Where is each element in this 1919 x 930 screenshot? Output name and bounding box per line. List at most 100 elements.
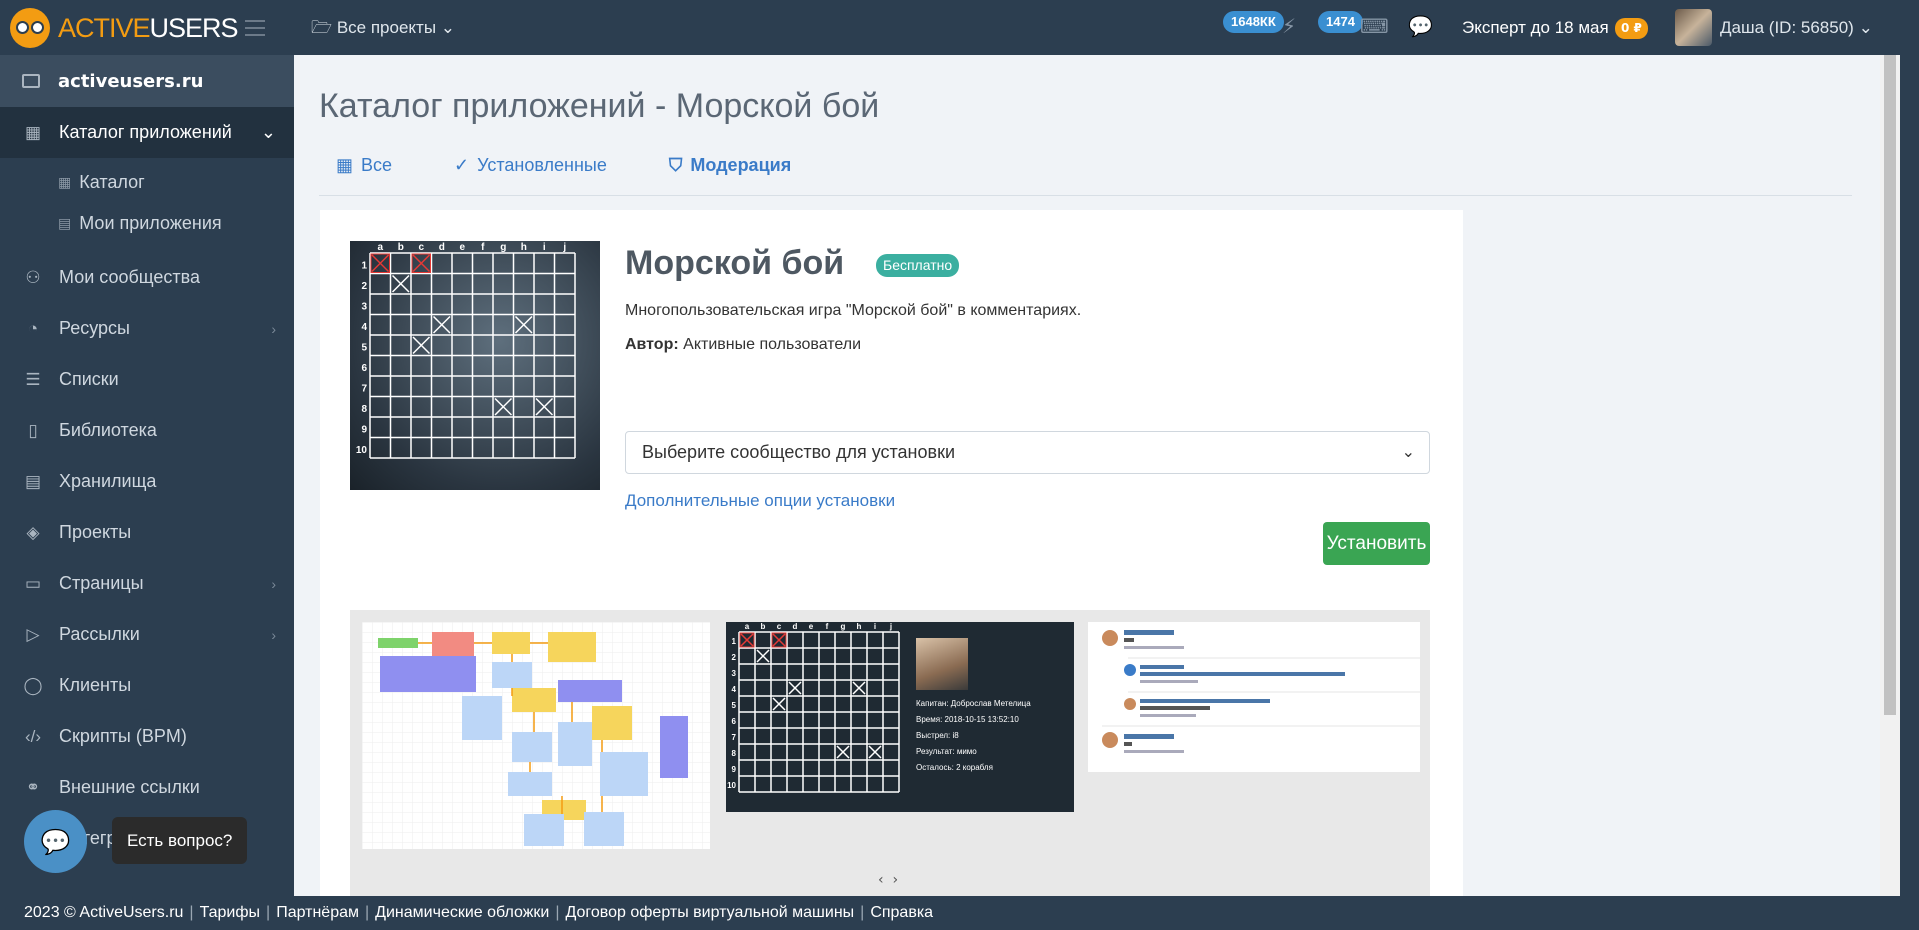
sidebar-item-catalog[interactable]: ▦ Каталог приложений ⌄ [0, 107, 294, 158]
footer-link-help[interactable]: Справка [870, 904, 933, 921]
sidebar-item-library[interactable]: ▯ Библиотека [0, 405, 294, 456]
board-row-label: 1 [361, 260, 367, 271]
sidebar: activeusers.ru ▦ Каталог приложений ⌄ ▦ Кат… [0, 55, 294, 896]
board-row-label: 8 [732, 749, 737, 758]
chat-bubble-icon: 💬 [40, 827, 71, 856]
keyboard-icon[interactable]: ⌨ [1360, 14, 1389, 38]
briefcase-icon: ▤ [58, 215, 72, 231]
footer: 2023 © ActiveUsers.ru | Тарифы | Партнёрам | Д… [0, 896, 1900, 930]
counter-badge[interactable]: 1474 [1318, 11, 1363, 33]
board-row-label: 8 [361, 404, 367, 415]
app-card: a b c d e f g h i j 1 2 3 4 5 6 7 8 9 10 Морской бой Беспла… [320, 210, 1463, 896]
chat-icon[interactable]: 💬 [1408, 14, 1433, 38]
board-row-label: 7 [732, 733, 737, 742]
board-row-label: 9 [361, 424, 367, 435]
sidebar-item-pages[interactable]: ▭ Страницы › [0, 558, 294, 609]
app-title: Морской бой [625, 244, 845, 282]
tab-moderation[interactable]: ⛉ Модерация [652, 155, 791, 195]
logo[interactable]: ACTIVEUSERS [10, 8, 239, 48]
footer-link-tariffs[interactable]: Тарифы [200, 904, 260, 921]
screenshot-3[interactable] [1088, 622, 1420, 772]
lightning-icon[interactable]: ⚡ [1282, 14, 1296, 38]
captain-photo [916, 638, 968, 690]
board-col-label: b [761, 622, 766, 631]
board-row-label: 9 [732, 765, 737, 774]
screenshot-1[interactable] [362, 622, 710, 849]
app-author: Автор: Активные пользователи [625, 336, 862, 353]
footer-link-partners[interactable]: Партнёрам [276, 904, 359, 921]
sidebar-item-mailings[interactable]: ▷ Рассылки › [0, 609, 294, 660]
chevron-down-icon: ⌄ [1858, 18, 1873, 37]
board-row-label: 2 [732, 653, 737, 662]
folder-icon: 🗁 [311, 18, 333, 37]
board-row-label: 10 [356, 445, 368, 456]
shield-icon: ⛉ [668, 155, 683, 175]
board-col-label: g [841, 622, 846, 631]
site-icon [22, 74, 40, 88]
footer-site-link[interactable]: ActiveUsers.ru [79, 904, 183, 921]
tabs: ▦ Все ✓ Установленные ⛉ Модерация [319, 155, 1852, 196]
sidebar-item-projects[interactable]: ◈ Проекты [0, 507, 294, 558]
storage-icon: ▤ [24, 471, 42, 491]
chevron-right-icon: › [271, 626, 276, 643]
screenshot-2[interactable]: a b c d e f g h i j 1 2 3 4 5 6 7 8 9 10 Капитан: Доброслав… [726, 622, 1074, 812]
footer-link-offer[interactable]: Договор оферты виртуальной машины [566, 904, 855, 921]
scrollbar[interactable] [1880, 55, 1900, 896]
board-col-label: f [826, 622, 829, 631]
projects-dropdown[interactable]: 🗁 Все проекты ⌄ [311, 15, 455, 44]
board-col-label: j [562, 242, 566, 253]
gallery-next-icon[interactable]: › [893, 872, 899, 888]
board-col-label: e [459, 242, 465, 253]
avatar[interactable] [1675, 9, 1712, 46]
sidebar-item-links[interactable]: ⚭ Внешние ссылки [0, 762, 294, 813]
board-col-label: j [889, 622, 892, 631]
extra-options-link[interactable]: Дополнительные опции установки [625, 491, 895, 511]
board-col-label: a [745, 622, 750, 631]
chevron-right-icon: › [271, 575, 276, 592]
sidebar-item-lists[interactable]: ☰ Списки [0, 354, 294, 405]
board-row-label: 10 [727, 781, 736, 790]
board-row-label: 7 [361, 383, 367, 394]
footer-link-covers[interactable]: Динамические обложки [375, 904, 549, 921]
grid-icon: ▦ [336, 155, 354, 175]
chevron-down-icon: ⌄ [1401, 444, 1415, 461]
board-row-label: 3 [732, 669, 737, 678]
sidebar-sub-my-apps[interactable]: ▤ Мои приложения [0, 203, 294, 244]
board-row-label: 4 [361, 322, 367, 333]
gallery-prev-icon[interactable]: ‹ [878, 872, 884, 888]
menu-toggle-icon[interactable] [245, 20, 265, 41]
points-badge[interactable]: 1648КК [1223, 11, 1284, 33]
board-row-label: 6 [361, 363, 367, 374]
sidebar-item-clients[interactable]: ◯ Клиенты [0, 660, 294, 711]
sidebar-sub-catalog[interactable]: ▦ Каталог [0, 162, 294, 203]
sidebar-item-resources[interactable]: ◔ Ресурсы › [0, 303, 294, 354]
balance-badge[interactable]: 0 ₽ [1615, 18, 1648, 39]
chat-widget-button[interactable]: 💬 [24, 810, 87, 873]
code-icon: ‹/› [24, 726, 42, 746]
sidebar-site[interactable]: activeusers.ru [0, 55, 294, 107]
chevron-down-icon: ⌄ [440, 18, 456, 37]
board-col-label: e [809, 622, 814, 631]
community-select[interactable]: Выберите сообщество для установки ⌄ [625, 431, 1430, 474]
sidebar-item-storage[interactable]: ▤ Хранилища [0, 456, 294, 507]
tab-installed[interactable]: ✓ Установленные [437, 155, 607, 195]
board-col-label: h [521, 242, 527, 253]
board-col-label: c [418, 242, 424, 253]
board-row-label: 5 [732, 701, 737, 710]
sidebar-item-scripts[interactable]: ‹/› Скрипты (BPM) [0, 711, 294, 762]
app-image: a b c d e f g h i j 1 2 3 4 5 6 7 8 9 10 [350, 241, 600, 490]
board-col-label: g [500, 242, 506, 253]
user-menu[interactable]: Даша (ID: 56850) ⌄ [1720, 18, 1873, 38]
board-row-label: 2 [361, 281, 367, 292]
tariff-label[interactable]: Эксперт до 18 мая [1462, 18, 1609, 38]
scrollbar-thumb[interactable] [1884, 55, 1896, 715]
sidebar-item-communities[interactable]: ⚇ Мои сообщества [0, 252, 294, 303]
install-button[interactable]: Установить [1323, 522, 1430, 565]
tab-all[interactable]: ▦ Все [319, 155, 392, 195]
logo-icon [10, 8, 50, 48]
book-icon: ▯ [28, 420, 38, 440]
board-col-label: c [777, 622, 782, 631]
chat-tooltip: Есть вопрос? [112, 817, 248, 864]
board-col-label: a [377, 242, 383, 253]
price-badge: Бесплатно [876, 254, 960, 277]
